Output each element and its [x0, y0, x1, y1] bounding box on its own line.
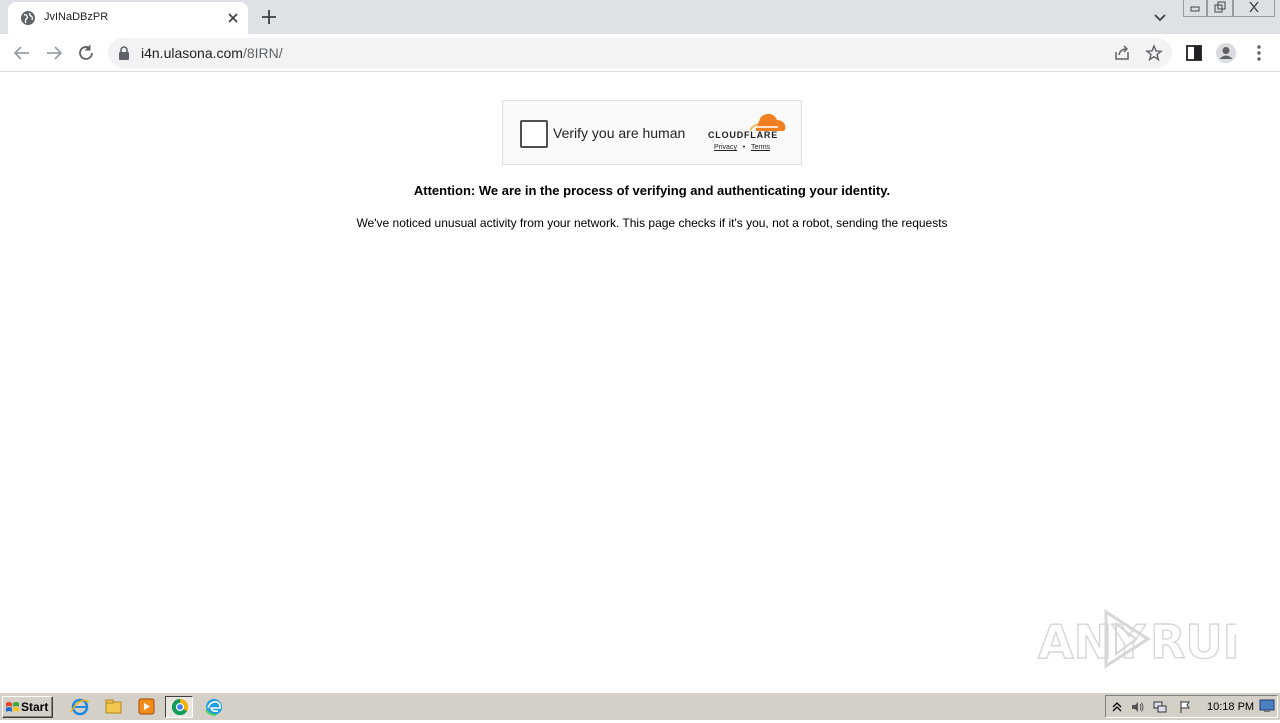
browser-toolbar: i4n.ulasona.com/8IRN/	[0, 34, 1280, 72]
unusual-activity-notice: We've noticed unusual activity from your…	[356, 216, 948, 230]
volume-icon[interactable]	[1130, 700, 1144, 714]
close-icon	[1249, 1, 1259, 13]
restore-icon	[1214, 1, 1226, 13]
show-hidden-icons-icon[interactable]	[1110, 700, 1124, 714]
bookmark-star-icon[interactable]	[1145, 44, 1163, 62]
windows-taskbar: Start 10:18 PM	[0, 692, 1280, 720]
cloudflare-wordmark: CLOUDFLARE	[708, 130, 778, 140]
link-separator: •	[742, 144, 746, 151]
lock-icon[interactable]	[118, 46, 130, 60]
media-player-icon	[138, 698, 155, 715]
kebab-menu-icon[interactable]	[1248, 42, 1270, 64]
taskbar-chrome[interactable]	[165, 696, 193, 718]
windows-logo-icon	[6, 702, 19, 712]
forward-icon[interactable]	[43, 42, 65, 64]
taskbar-explorer[interactable]	[99, 696, 127, 718]
url-text[interactable]: i4n.ulasona.com/8IRN/	[141, 45, 283, 61]
profile-avatar-icon[interactable]	[1215, 42, 1237, 64]
action-center-flag-icon[interactable]	[1178, 700, 1192, 714]
cloudflare-links: Privacy • Terms	[714, 144, 770, 151]
new-tab-icon[interactable]	[259, 7, 279, 27]
close-window-button[interactable]	[1233, 0, 1275, 17]
start-button[interactable]: Start	[2, 696, 53, 718]
clock[interactable]: 10:18 PM	[1207, 701, 1254, 713]
tab-title: JvINaDBzPR	[44, 11, 109, 23]
taskbar-media-player[interactable]	[132, 696, 160, 718]
chrome-icon	[171, 698, 189, 716]
attention-heading: Attention: We are in the process of veri…	[413, 183, 891, 198]
url-host: i4n.ulasona.com	[141, 45, 243, 61]
start-label: Start	[21, 700, 49, 714]
address-bar[interactable]: i4n.ulasona.com/8IRN/	[108, 38, 1172, 68]
verify-checkbox[interactable]	[520, 120, 548, 148]
taskbar-edge[interactable]	[200, 696, 228, 718]
url-path: /8IRN/	[242, 45, 283, 61]
verify-label[interactable]: Verify you are human	[553, 125, 685, 141]
svg-text:ANY: ANY	[1038, 615, 1146, 669]
cloudflare-turnstile-widget: Verify you are human CLOUDFLARE Privacy …	[502, 100, 802, 165]
ie-icon	[70, 698, 90, 716]
restore-button[interactable]	[1207, 0, 1233, 17]
reload-icon[interactable]	[75, 42, 97, 64]
minimize-button[interactable]	[1183, 0, 1207, 17]
system-tray: 10:18 PM	[1105, 695, 1278, 718]
taskbar-ie[interactable]	[66, 696, 94, 718]
edge-icon	[205, 699, 222, 716]
back-icon[interactable]	[11, 42, 33, 64]
network-icon[interactable]	[1153, 700, 1167, 714]
privacy-link[interactable]: Privacy	[714, 144, 737, 151]
close-tab-icon[interactable]	[224, 9, 242, 27]
terms-link[interactable]: Terms	[751, 144, 770, 151]
globe-icon	[21, 11, 35, 25]
minimize-icon	[1190, 6, 1200, 12]
tab-strip: JvINaDBzPR	[0, 0, 1280, 34]
side-panel-icon[interactable]	[1183, 42, 1205, 64]
chevron-down-icon[interactable]	[1152, 9, 1168, 25]
show-desktop-icon[interactable]	[1259, 699, 1275, 713]
browser-tab[interactable]: JvINaDBzPR	[8, 2, 248, 34]
share-icon[interactable]	[1113, 44, 1131, 62]
anyrun-watermark: ANY RUN	[1037, 609, 1236, 670]
svg-text:RUN: RUN	[1150, 615, 1236, 669]
explorer-icon	[105, 699, 122, 714]
